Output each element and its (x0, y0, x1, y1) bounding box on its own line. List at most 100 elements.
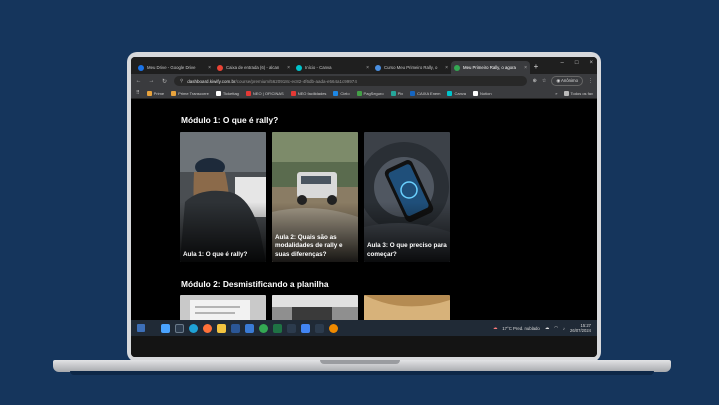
search-icon[interactable] (175, 323, 184, 333)
bookmark-label: Tickettag (222, 90, 239, 96)
browser-tab[interactable]: Curso Meu Primeiro Rally, o × (372, 61, 451, 74)
reload-icon[interactable]: ↻ (161, 78, 168, 85)
menu-icon[interactable]: ⋮ (588, 78, 593, 84)
close-icon[interactable]: × (445, 65, 448, 71)
maximize-icon[interactable]: □ (575, 60, 579, 66)
bookmark-label: Notion (480, 90, 492, 96)
edge-icon[interactable] (189, 323, 198, 333)
bookmark-label: Prime Transcorre (178, 90, 209, 96)
widgets-icon[interactable] (137, 324, 145, 332)
bookmark-icon (447, 90, 453, 96)
bookmark-icon (290, 90, 296, 96)
bookmark-icon (473, 90, 479, 96)
lesson-card[interactable]: Aula 1: O que é rally? (180, 132, 266, 262)
bookmark-item[interactable]: Cielo (333, 90, 350, 96)
incognito-icon: ◉ (556, 78, 561, 83)
lesson-card[interactable]: Aula 3: O que preciso para começar? (364, 132, 450, 262)
bookmark-icon (171, 90, 177, 96)
bookmark-item[interactable]: PagSeguro (356, 90, 384, 96)
bookmark-star-icon[interactable]: ☆ (542, 78, 546, 84)
excel-icon[interactable] (273, 323, 282, 333)
system-tray: ☁ 17°C Pred. nublado ☁ ◠ ♪ 15:27 26/07/2… (493, 323, 591, 333)
site-info-icon[interactable]: ⚲ (180, 78, 183, 84)
lesson-card[interactable] (180, 295, 266, 320)
browser-tab-bar: Meu Drive - Google Drive × Caixa de entr… (131, 57, 597, 74)
module-title: Módulo 1: O que é rally? (181, 115, 279, 125)
profile-button[interactable]: ◉ Anônimo (551, 76, 583, 86)
back-icon[interactable]: ← (135, 78, 142, 84)
cloud-sync-icon[interactable]: ☁ (545, 325, 549, 331)
bookmark-icon (215, 90, 221, 96)
tab-label: Curso Meu Primeiro Rally, o (384, 65, 438, 70)
explorer-icon[interactable] (217, 323, 226, 333)
chevron-right-icon[interactable]: » (555, 91, 557, 96)
course-page: Módulo 1: O que é rally? Aula 1: O que é… (131, 99, 597, 320)
kiwify-icon (454, 64, 460, 71)
windows-start-icon[interactable] (161, 323, 170, 333)
close-window-icon[interactable]: × (589, 60, 593, 66)
store-icon[interactable] (245, 323, 254, 333)
all-bookmarks-folder[interactable]: Todos os fav (563, 90, 593, 96)
volume-icon[interactable]: ♪ (563, 326, 565, 331)
minimize-icon[interactable]: – (561, 60, 564, 66)
lesson-thumbnail (180, 295, 266, 320)
bookmark-item[interactable]: Canva (447, 90, 467, 96)
gmail-icon (217, 64, 223, 71)
bookmark-item[interactable]: NEO | OFICINAS (245, 90, 284, 96)
word-icon[interactable] (231, 323, 240, 333)
network-icon[interactable]: ◠ (554, 325, 558, 331)
browser-tab[interactable]: Início - Canva × (293, 61, 372, 74)
vlc-icon[interactable] (329, 323, 338, 333)
clock[interactable]: 15:27 26/07/2024 (570, 323, 591, 333)
bookmark-icon (333, 90, 339, 96)
chrome-icon[interactable] (259, 323, 268, 333)
forward-icon[interactable]: → (148, 78, 155, 84)
bookmark-item[interactable]: Prime Transcorre (171, 90, 209, 96)
lesson-card[interactable] (272, 295, 358, 320)
bookmark-label: NEO facilidades (297, 90, 327, 96)
course-icon (375, 64, 381, 71)
browser-tab-active[interactable]: Meu Primeiro Rally, o agora × (451, 61, 530, 74)
clock-date: 26/07/2024 (570, 328, 591, 333)
lesson-card[interactable] (364, 295, 450, 320)
bookmark-item[interactable]: Pix (390, 90, 404, 96)
bookmark-item[interactable]: Notion (473, 90, 492, 96)
address-bar[interactable]: ⚲ dashboard.kiwify.com.br/course/premium… (174, 76, 527, 86)
send-icon[interactable] (287, 323, 296, 333)
bookmark-icon (245, 90, 251, 96)
bookmark-item[interactable]: Prime (146, 90, 165, 96)
lesson-thumbnail (272, 295, 358, 320)
app-icon[interactable] (315, 323, 324, 333)
bookmark-item[interactable]: Tickettag (215, 90, 239, 96)
bookmark-item[interactable]: NEO facilidades (290, 90, 327, 96)
close-icon[interactable]: × (287, 65, 290, 71)
screen-reflection (131, 336, 597, 357)
lesson-card[interactable]: Aula 2: Quais são as modalidades de rall… (272, 132, 358, 262)
zoom-icon[interactable]: ⊕ (533, 78, 537, 84)
tab-label: Meu Primeiro Rally, o agora (463, 65, 516, 70)
laptop-base-shadow (70, 371, 654, 375)
browser-tab[interactable]: Meu Drive - Google Drive × (135, 61, 214, 74)
bookmark-label: Prime (153, 90, 165, 96)
close-icon[interactable]: × (366, 65, 369, 71)
window-controls: – □ × (561, 60, 593, 66)
bookmark-label: Canva (454, 90, 467, 96)
weather-icon: ☁ (492, 325, 498, 330)
close-icon[interactable]: × (208, 65, 211, 71)
firefox-icon[interactable] (203, 323, 212, 333)
taskbar-apps (161, 323, 338, 333)
url-host: dashboard.kiwify.com.br (187, 78, 236, 84)
close-icon[interactable]: × (524, 65, 527, 71)
browser-tab[interactable]: Caixa de entrada (6) - alcan × (214, 61, 293, 74)
apps-grid-icon[interactable]: ⠿ (136, 90, 140, 96)
lesson-thumbnail (364, 295, 450, 320)
bookmark-label: Pix (397, 90, 404, 96)
new-tab-button[interactable]: + (530, 61, 542, 74)
drive-icon (138, 64, 144, 71)
weather-text[interactable]: 17°C Pred. nublado (502, 326, 540, 331)
docs-icon[interactable] (301, 323, 310, 333)
bookmark-icon (356, 90, 362, 96)
bookmark-label: PagSeguro (363, 90, 384, 96)
bookmark-item[interactable]: CAIXA Enem (410, 90, 440, 96)
bookmark-icon (146, 90, 152, 96)
